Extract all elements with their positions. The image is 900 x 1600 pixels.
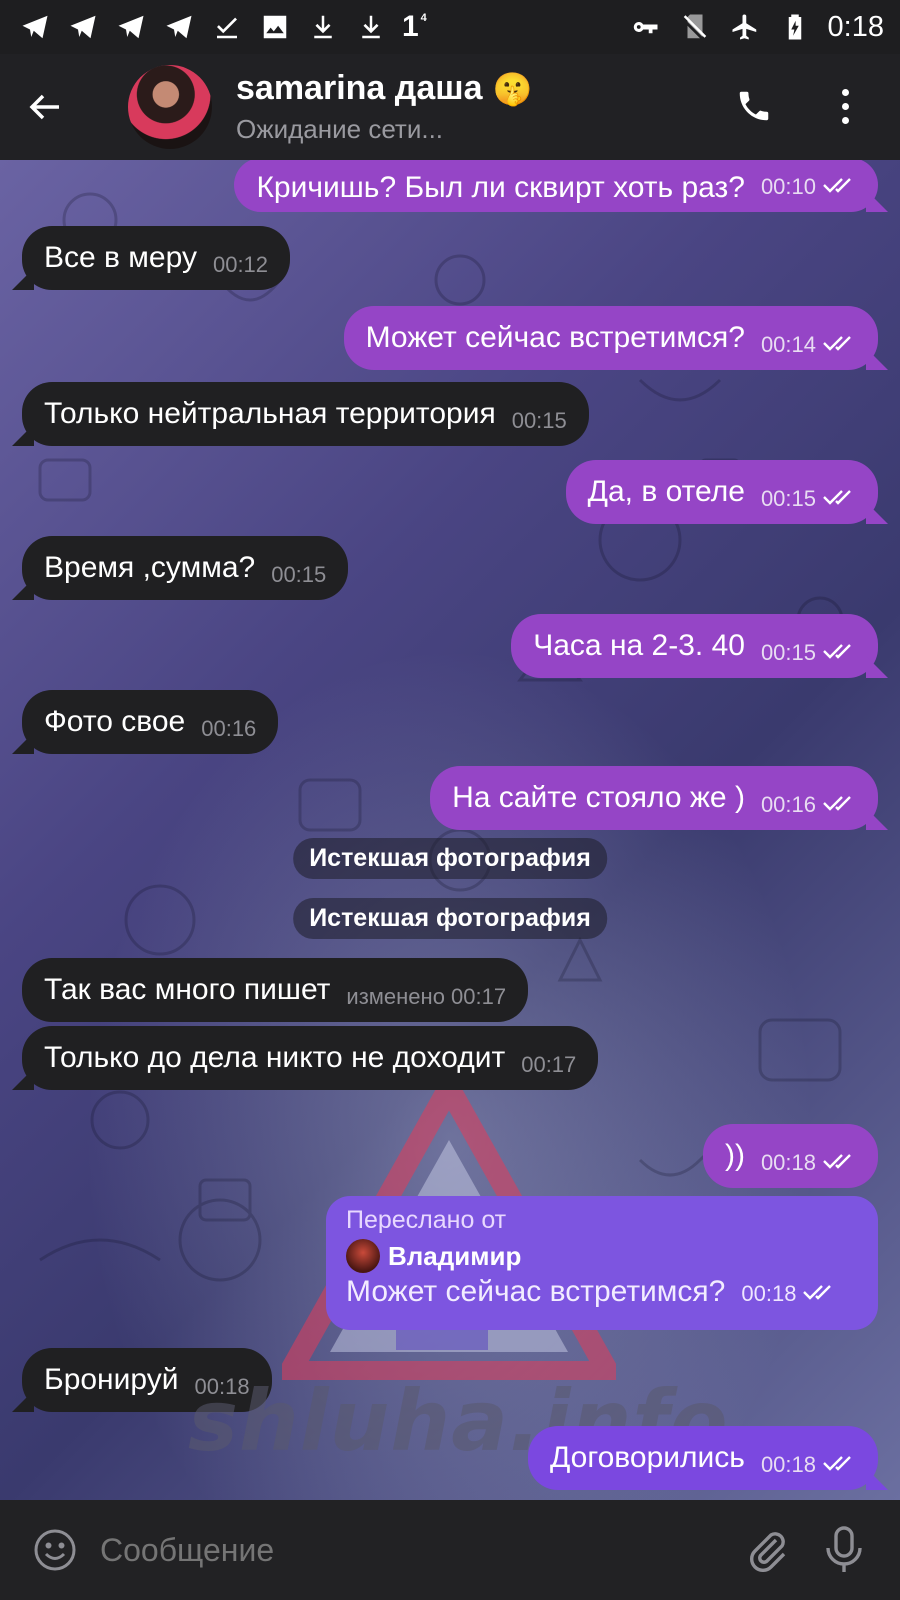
message-time: 00:18 (741, 1281, 797, 1306)
message-outgoing[interactable]: На сайте стояло же ) 00:16 (430, 766, 888, 830)
double-check-icon (822, 332, 856, 358)
message-text: Может сейчас встретимся? (365, 321, 745, 354)
telegram-icon (162, 10, 196, 44)
download-icon (306, 10, 340, 44)
message-time: 00:15 (271, 562, 327, 587)
key-icon (628, 10, 662, 44)
message-incoming[interactable]: Фото свое 00:16 (12, 690, 279, 754)
message-outgoing[interactable]: Часа на 2-3. 40 00:15 (511, 614, 888, 678)
message-text: Так вас много пишет (44, 973, 331, 1006)
connection-status: Ожидание сети... (236, 114, 444, 144)
message-text: Время ,сумма? (44, 551, 256, 584)
message-outgoing[interactable]: Договорились 00:18 (528, 1426, 888, 1490)
message-input-bar (0, 1500, 900, 1600)
message-time: 00:15 (760, 640, 816, 665)
forwarded-avatar (346, 1239, 380, 1273)
message-text: Только нейтральная территория (44, 397, 496, 430)
message-outgoing[interactable]: Может сейчас встретимся? 00:14 (343, 306, 888, 370)
message-time: 00:15 (760, 486, 816, 511)
double-check-icon (822, 1150, 856, 1176)
message-time: 00:17 (521, 1052, 577, 1077)
message-text: Может сейчас встретимся? (346, 1275, 726, 1308)
forwarded-sender: Владимир (388, 1240, 522, 1271)
microphone-icon (826, 1526, 862, 1572)
forwarded-label: Переслано от (346, 1206, 507, 1234)
message-text: Фото свое (44, 705, 186, 738)
download-done-icon (210, 10, 244, 44)
double-check-icon (822, 174, 856, 200)
chat-area[interactable]: Кричишь? Был ли сквирт хоть раз? 00:10 В… (0, 160, 900, 1500)
message-time: 00:15 (511, 408, 567, 433)
status-bar: 14 0:18 (0, 0, 900, 54)
message-outgoing[interactable]: )) 00:18 (702, 1124, 878, 1188)
avatar[interactable] (128, 65, 212, 149)
clock: 0:18 (827, 10, 884, 43)
phone-icon (739, 91, 769, 121)
emoji-button[interactable] (30, 1525, 80, 1575)
chat-name: samarina даша (236, 69, 483, 107)
message-text: Кричишь? Был ли сквирт хоть раз? (256, 171, 745, 204)
message-time: 00:12 (212, 252, 269, 277)
message-text: Часа на 2-3. 40 (533, 629, 745, 662)
airplane-icon (728, 10, 762, 44)
message-text: На сайте стояло же ) (452, 781, 745, 814)
arrow-back-icon (29, 94, 59, 120)
message-incoming[interactable]: Только до дела никто не доходит 00:17 (12, 1026, 599, 1090)
message-text: )) (724, 1139, 745, 1172)
message-time: 00:16 (201, 716, 257, 741)
message-outgoing[interactable]: Кричишь? Был ли сквирт хоть раз? 00:10 (234, 160, 888, 212)
message-text: Только до дела никто не доходит (44, 1041, 506, 1074)
message-text: Бронируй (44, 1363, 179, 1396)
message-time: 00:18 (760, 1150, 816, 1175)
double-check-icon (822, 1452, 856, 1478)
call-button[interactable] (726, 78, 782, 134)
message-forwarded[interactable]: Переслано от Владимир Может сейчас встре… (326, 1196, 878, 1330)
more-options-button[interactable] (830, 78, 860, 134)
telegram-icon (18, 10, 52, 44)
double-check-icon (822, 640, 856, 666)
download-icon (354, 10, 388, 44)
message-text: Да, в отеле (587, 475, 745, 508)
message-incoming[interactable]: Только нейтральная территория 00:15 (12, 382, 589, 446)
back-button[interactable] (0, 54, 90, 160)
service-message-expired-photo[interactable]: Истекшая фотография (293, 838, 607, 879)
paperclip-icon (750, 1532, 786, 1572)
smiley-icon (34, 1529, 76, 1571)
voice-record-button[interactable] (822, 1524, 870, 1576)
telegram-icon (114, 10, 148, 44)
double-check-icon (802, 1281, 836, 1307)
message-time: 00:16 (760, 792, 816, 817)
shushing-emoji: 🤫 (492, 70, 533, 107)
notification-icons: 14 (18, 10, 427, 44)
chat-title[interactable]: samarina даша 🤫 Ожидание сети... (236, 69, 532, 145)
message-time: 00:14 (760, 332, 816, 357)
message-time: изменено 00:17 (346, 984, 507, 1009)
chat-header: samarina даша 🤫 Ожидание сети... (0, 54, 900, 160)
message-input[interactable] (100, 1531, 660, 1569)
attach-button[interactable] (744, 1526, 792, 1574)
status-number: 14 (402, 10, 427, 43)
message-text: Все в меру (44, 241, 197, 274)
telegram-icon (66, 10, 100, 44)
message-incoming[interactable]: Так вас много пишет изменено 00:17 (22, 958, 529, 1022)
service-message-expired-photo[interactable]: Истекшая фотография (293, 898, 607, 939)
message-incoming[interactable]: Все в меру 00:12 (12, 226, 291, 290)
message-incoming[interactable]: Время ,сумма? 00:15 (12, 536, 349, 600)
double-check-icon (822, 486, 856, 512)
battery-charging-icon (778, 10, 812, 44)
message-time: 00:18 (760, 1452, 816, 1477)
message-outgoing[interactable]: Да, в отеле 00:15 (565, 460, 888, 524)
double-check-icon (822, 792, 856, 818)
no-sim-icon (678, 10, 712, 44)
system-icons: 0:18 (628, 10, 884, 44)
message-time: 00:10 (760, 174, 816, 199)
message-text: Договорились (550, 1441, 745, 1474)
image-icon (258, 10, 292, 44)
forwarded-from[interactable]: Владимир (346, 1239, 858, 1273)
